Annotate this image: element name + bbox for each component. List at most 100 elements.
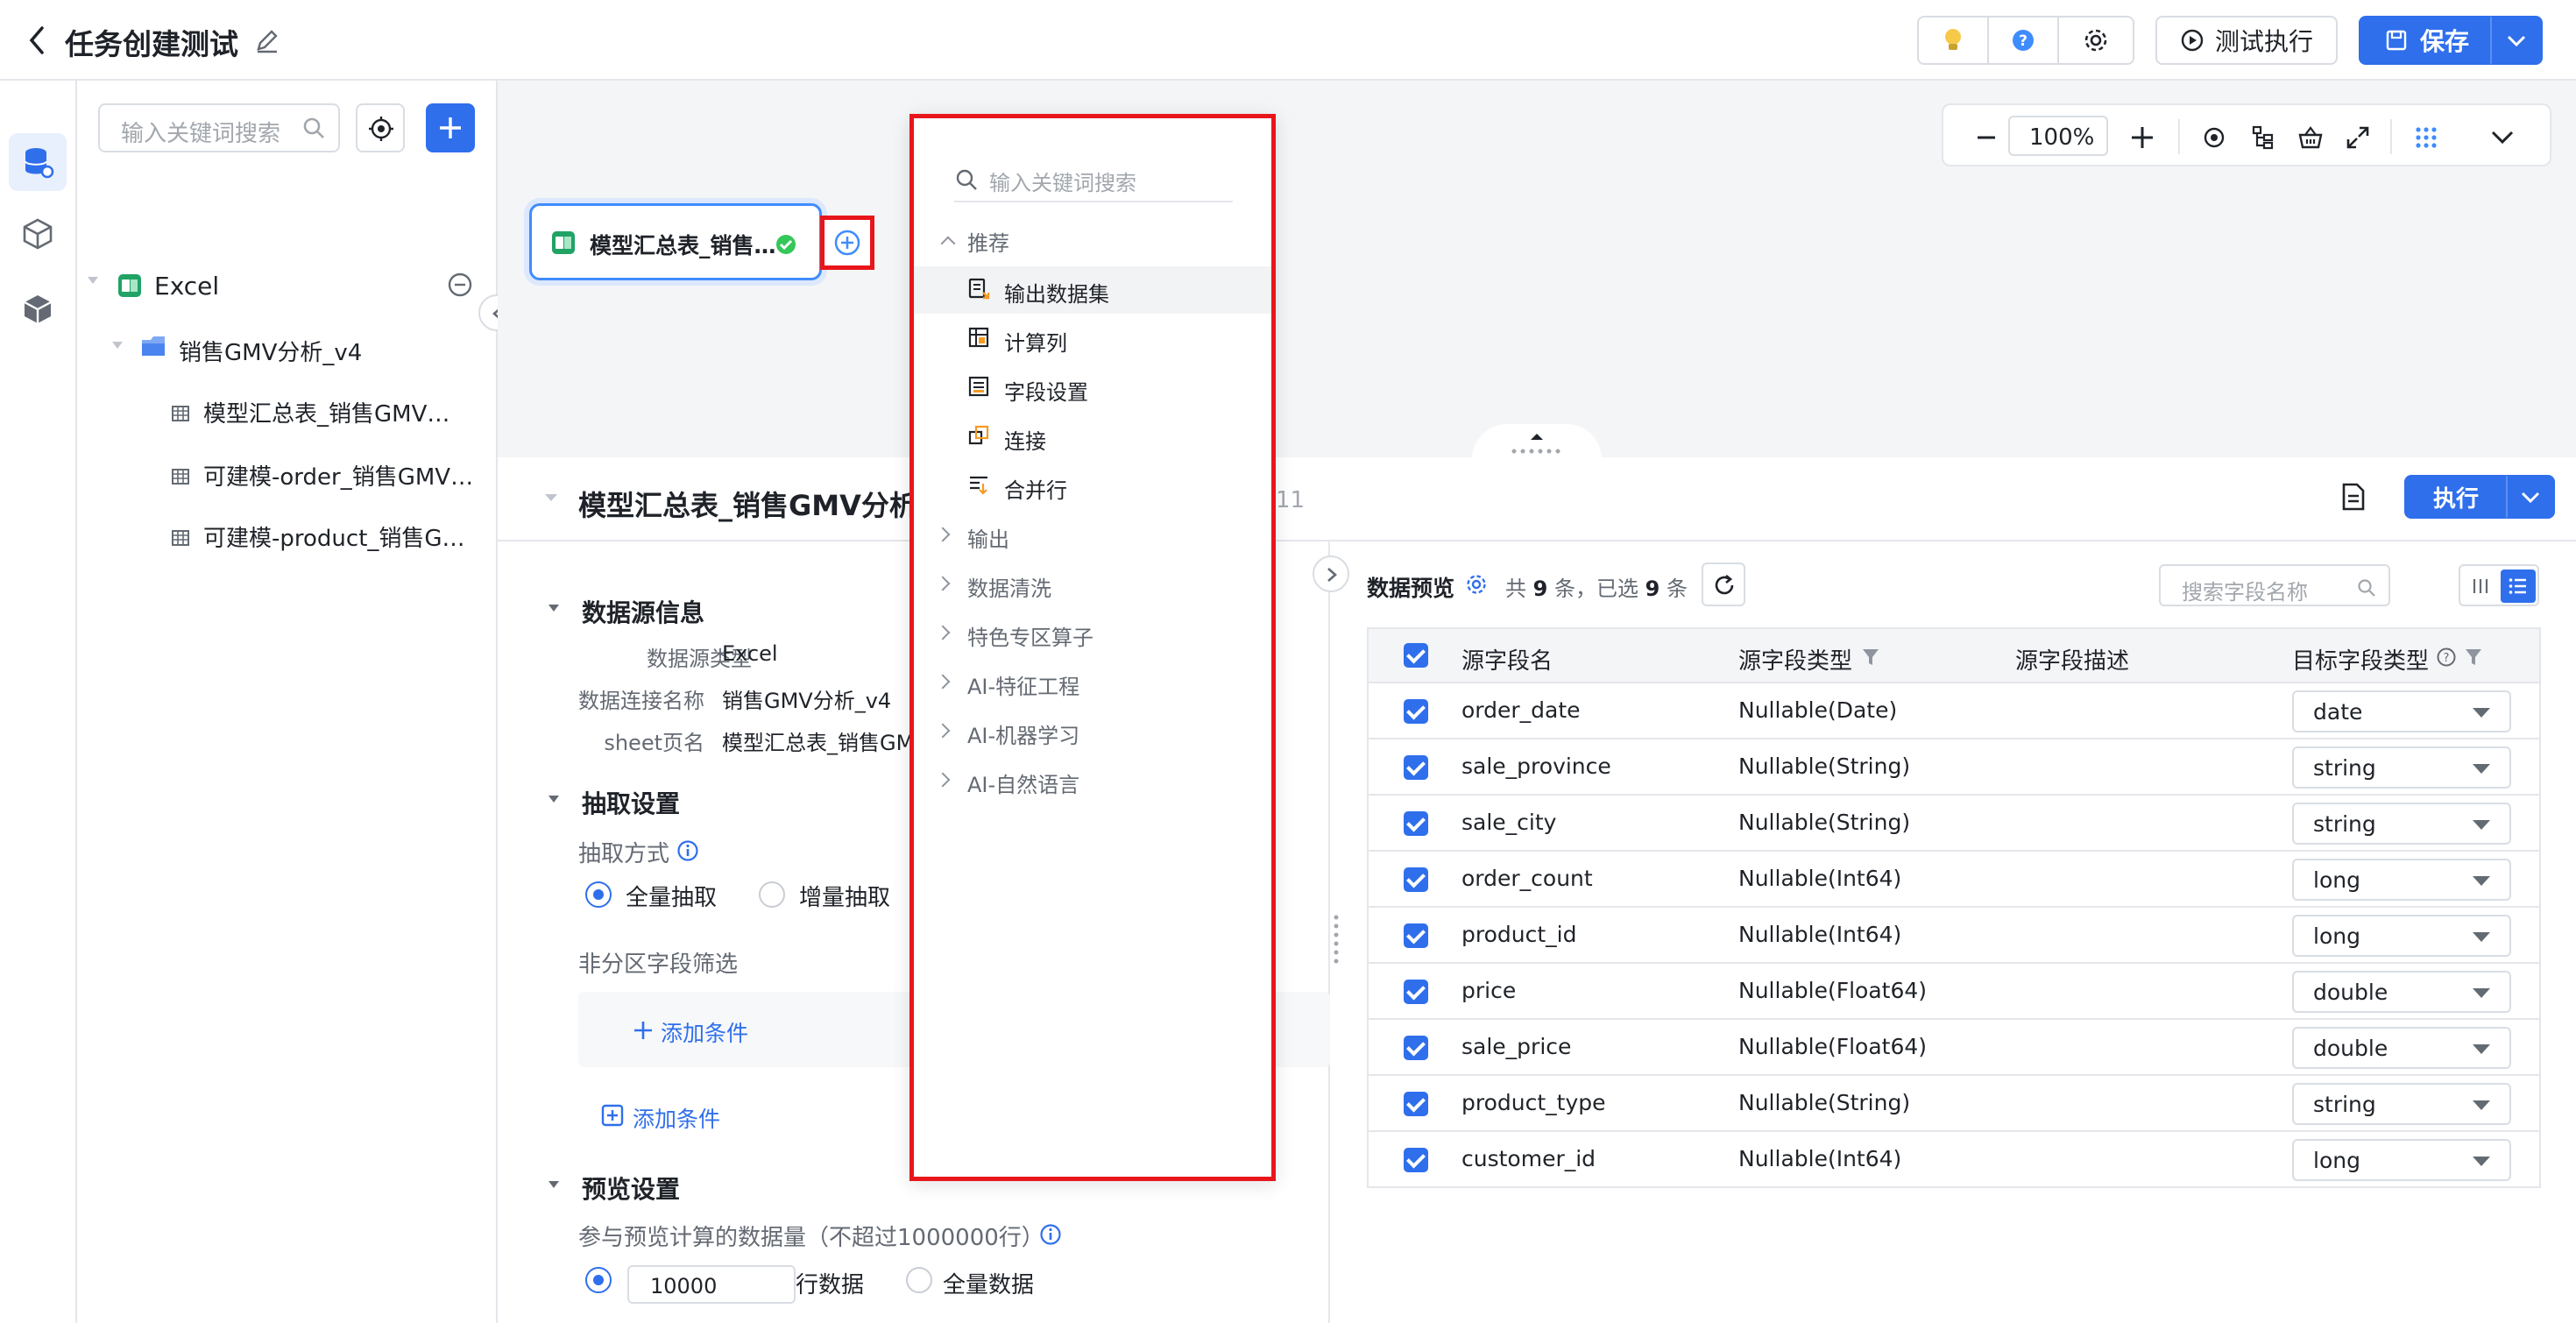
target-type-select[interactable]: long [2292, 915, 2511, 957]
target-type-select[interactable]: string [2292, 803, 2511, 845]
flow-node[interactable]: 模型汇总表_销售… [529, 203, 822, 280]
tree-folder-label[interactable]: 销售GMV分析_v4 [179, 335, 362, 367]
table-row[interactable]: price Nullable(Float64) double [1367, 964, 2541, 1020]
document-icon[interactable] [2341, 482, 2366, 512]
row-checkbox[interactable] [1404, 811, 1428, 836]
target-type-select[interactable]: double [2292, 1027, 2511, 1069]
filter-icon[interactable] [2464, 647, 2483, 668]
row-checkbox[interactable] [1404, 699, 1428, 724]
radio-full-extract[interactable] [585, 881, 612, 908]
target-type-select[interactable]: long [2292, 1139, 2511, 1181]
flow-canvas[interactable]: 100% 模型汇总表_销售… [498, 81, 2576, 459]
fullscreen-icon[interactable] [2345, 124, 2371, 151]
preview-count-input[interactable]: 10000 [627, 1265, 796, 1304]
add-condition-inner-link[interactable]: 添加条件 [661, 1016, 748, 1048]
refresh-button[interactable] [1702, 562, 1745, 606]
info-icon[interactable] [1039, 1223, 1062, 1246]
collapse-minus-icon[interactable] [447, 272, 473, 298]
help-button[interactable]: ? [1987, 16, 2059, 65]
tips-button[interactable] [1917, 16, 1989, 65]
tree-item[interactable]: 模型汇总表_销售GMV… [170, 396, 494, 431]
union-rows-icon[interactable] [967, 473, 990, 496]
menu-group-special-operators[interactable]: 特色专区算子 [967, 620, 1093, 651]
menu-group-ai-ml[interactable]: AI-机器学习 [967, 718, 1079, 749]
table-row[interactable]: customer_id Nullable(Int64) long [1367, 1132, 2541, 1188]
basket-icon[interactable] [2297, 124, 2324, 151]
table-row[interactable]: sale_price Nullable(Float64) double [1367, 1020, 2541, 1076]
rail-item-datasource[interactable] [9, 133, 67, 191]
caret-down-icon[interactable] [547, 794, 561, 804]
calculated-column-icon[interactable] [967, 326, 990, 349]
radio-incremental-extract[interactable] [759, 881, 785, 908]
caret-down-icon[interactable] [543, 492, 559, 503]
zoom-level-input[interactable]: 100% [2008, 116, 2108, 156]
row-checkbox[interactable] [1404, 1036, 1428, 1060]
settings-button[interactable] [2057, 16, 2134, 65]
menu-item-union-rows[interactable]: 合并行 [1004, 473, 1067, 504]
test-run-button[interactable]: 测试执行 [2155, 16, 2338, 65]
run-dropdown-button[interactable] [2506, 475, 2555, 519]
row-checkbox[interactable] [1404, 867, 1428, 892]
menu-search-input[interactable]: 输入关键词搜索 [954, 153, 1233, 202]
table-row[interactable]: sale_province Nullable(String) string [1367, 739, 2541, 796]
join-icon[interactable] [967, 424, 990, 447]
row-checkbox[interactable] [1404, 755, 1428, 780]
split-drag-icon[interactable] [1332, 913, 1341, 966]
menu-group-ai-nlp[interactable]: AI-自然语言 [967, 768, 1079, 798]
locate-icon[interactable] [2201, 124, 2227, 151]
caret-down-icon[interactable] [547, 603, 561, 613]
menu-item-field-settings[interactable]: 字段设置 [1004, 375, 1088, 406]
table-row[interactable]: product_type Nullable(String) string [1367, 1076, 2541, 1132]
radio-limited-rows[interactable] [585, 1267, 612, 1293]
column-view-icon[interactable] [2471, 577, 2490, 596]
select-all-checkbox[interactable] [1404, 643, 1428, 668]
save-button[interactable]: 保存 [2359, 16, 2492, 65]
target-type-select[interactable]: double [2292, 971, 2511, 1013]
run-button[interactable]: 执行 [2404, 475, 2508, 519]
add-node-plus-icon[interactable] [833, 229, 861, 257]
back-arrow-icon[interactable] [26, 25, 47, 56]
field-settings-icon[interactable] [967, 375, 990, 398]
add-condition-outer-link[interactable]: 添加条件 [633, 1102, 720, 1134]
target-type-select[interactable]: string [2292, 1083, 2511, 1125]
menu-group-recommended[interactable]: 推荐 [967, 226, 1009, 257]
target-type-select[interactable]: long [2292, 859, 2511, 901]
plus-square-icon[interactable] [601, 1104, 624, 1127]
grid-dots-icon[interactable] [2415, 126, 2438, 149]
filter-icon[interactable] [1861, 647, 1880, 668]
save-dropdown-button[interactable] [2490, 16, 2543, 65]
field-search-input[interactable]: 搜索字段名称 [2159, 564, 2390, 606]
plus-icon[interactable] [633, 1020, 654, 1041]
list-view-button[interactable] [2501, 570, 2536, 603]
radio-all-rows[interactable] [906, 1267, 932, 1293]
caret-down-icon[interactable] [547, 1179, 561, 1190]
package-icon[interactable] [21, 293, 54, 326]
table-row[interactable]: product_id Nullable(Int64) long [1367, 908, 2541, 964]
panel-resize-handle[interactable] [1472, 424, 1602, 459]
row-checkbox[interactable] [1404, 1092, 1428, 1116]
tree-root-label[interactable]: Excel [154, 272, 219, 301]
add-resource-button[interactable] [426, 103, 475, 152]
locate-button[interactable] [356, 103, 405, 152]
menu-item-calculated-column[interactable]: 计算列 [1004, 326, 1067, 357]
help-circle-icon[interactable]: ? [2436, 647, 2457, 668]
table-row[interactable]: sale_city Nullable(String) string [1367, 796, 2541, 852]
tree-layout-icon[interactable] [2250, 124, 2276, 151]
cube-icon[interactable] [21, 217, 54, 251]
info-icon[interactable] [676, 839, 699, 862]
edit-title-icon[interactable] [254, 28, 280, 54]
target-type-select[interactable]: string [2292, 746, 2511, 789]
menu-group-output[interactable]: 输出 [967, 522, 1009, 553]
gear-icon[interactable] [1465, 573, 1488, 596]
menu-group-ai-feature[interactable]: AI-特征工程 [967, 669, 1079, 700]
chevron-down-icon[interactable] [2490, 128, 2515, 145]
zoom-out-icon[interactable] [1975, 126, 1998, 149]
expand-preview-button[interactable] [1313, 555, 1349, 592]
tree-search-input[interactable]: 输入关键词搜索 [98, 103, 340, 152]
table-row[interactable]: order_date Nullable(Date) date [1367, 683, 2541, 739]
tree-item[interactable]: 可建模-order_销售GMV… [170, 459, 494, 494]
tree-item[interactable]: 可建模-product_销售G… [170, 520, 494, 555]
row-checkbox[interactable] [1404, 923, 1428, 948]
target-type-select[interactable]: date [2292, 690, 2511, 732]
menu-item-join[interactable]: 连接 [1004, 424, 1046, 455]
